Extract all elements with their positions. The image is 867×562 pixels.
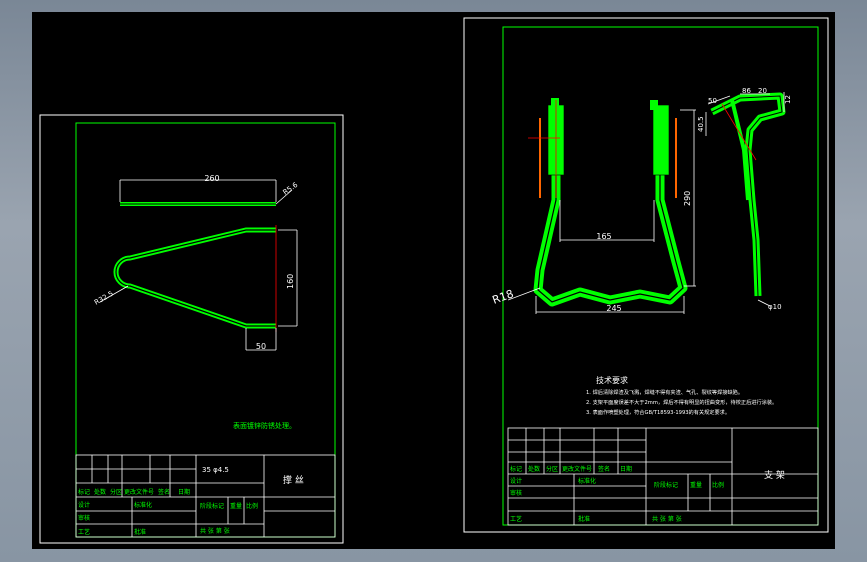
tech-title: 技术要求 bbox=[596, 375, 628, 385]
dim-r18: R18 bbox=[491, 287, 516, 307]
drawing-canvas[interactable]: 260 R5.6 160 50 R32.5 表面镀锌防锈处理。 标记 处数 分区… bbox=[32, 12, 835, 549]
svg-text:共 张 第 张: 共 张 第 张 bbox=[652, 515, 682, 523]
dim-50: 50 bbox=[256, 342, 266, 351]
svg-text:重量: 重量 bbox=[690, 481, 702, 489]
svg-text:标记: 标记 bbox=[78, 488, 90, 496]
sheet-2[interactable]: 165 290 245 R18 50 86 20 12 40.5 φ10 技术要… bbox=[463, 17, 829, 533]
tech-item-2: 2. 支架平面度误差不大于2mm，焊后不得有明显的扭曲变形，待校正后进行涂装。 bbox=[586, 398, 777, 406]
svg-text:共 张 第 张: 共 张 第 张 bbox=[200, 527, 230, 535]
dim-260: 260 bbox=[204, 174, 219, 183]
dim-20: 20 bbox=[758, 87, 767, 95]
cad-window: 260 R5.6 160 50 R32.5 表面镀锌防锈处理。 标记 处数 分区… bbox=[0, 0, 867, 562]
svg-text:设计: 设计 bbox=[78, 501, 90, 509]
surface-note: 表面镀锌防锈处理。 bbox=[233, 421, 296, 430]
wire-straight-view[interactable]: 260 R5.6 bbox=[119, 174, 300, 206]
svg-text:工艺: 工艺 bbox=[78, 528, 90, 536]
svg-text:审核: 审核 bbox=[510, 489, 522, 497]
svg-text:工艺: 工艺 bbox=[510, 515, 522, 523]
svg-text:处数: 处数 bbox=[94, 488, 106, 496]
dim-r5-6: R5.6 bbox=[282, 181, 300, 197]
dim-165: 165 bbox=[596, 232, 611, 241]
svg-text:签名: 签名 bbox=[158, 488, 170, 496]
svg-text:标记: 标记 bbox=[510, 465, 522, 473]
svg-text:处数: 处数 bbox=[528, 465, 540, 473]
part-name-2: 支 架 bbox=[764, 469, 785, 481]
tech-item-3: 3. 表面作喷塑处理，符合GB/T18593-1993的有关规定要求。 bbox=[586, 408, 730, 416]
dim-40-5: 40.5 bbox=[697, 116, 705, 132]
bracket-front-view[interactable]: 165 290 245 R18 bbox=[491, 98, 696, 314]
svg-text:阶段标记: 阶段标记 bbox=[654, 481, 678, 489]
tech-requirements: 技术要求 1. 焊后清除焊渣及飞溅，焊缝不得有夹渣、气孔、裂纹等焊接缺陷。 2.… bbox=[586, 375, 777, 416]
sheet-1[interactable]: 260 R5.6 160 50 R32.5 表面镀锌防锈处理。 标记 处数 分区… bbox=[39, 114, 344, 544]
svg-text:审核: 审核 bbox=[78, 514, 90, 522]
tech-item-1: 1. 焊后清除焊渣及飞溅，焊缝不得有夹渣、气孔、裂纹等焊接缺陷。 bbox=[586, 388, 743, 396]
svg-text:批准: 批准 bbox=[134, 528, 146, 536]
svg-text:签名: 签名 bbox=[598, 465, 610, 473]
dim-86: 86 bbox=[742, 87, 751, 95]
svg-text:日期: 日期 bbox=[620, 465, 632, 473]
dim-160: 160 bbox=[286, 274, 295, 289]
dim-12: 12 bbox=[784, 95, 792, 104]
dim-290: 290 bbox=[683, 191, 692, 206]
material-spec: 35 φ4.5 bbox=[202, 466, 229, 474]
svg-text:更改文件号: 更改文件号 bbox=[124, 488, 154, 496]
dim-r32-5: R32.5 bbox=[93, 290, 115, 307]
svg-text:标准化: 标准化 bbox=[134, 501, 152, 509]
svg-text:比例: 比例 bbox=[712, 481, 724, 489]
dim-50-side: 50 bbox=[708, 97, 717, 105]
svg-text:标准化: 标准化 bbox=[578, 477, 596, 485]
svg-text:日期: 日期 bbox=[178, 488, 190, 496]
svg-text:比例: 比例 bbox=[246, 502, 258, 510]
part-name-1: 撑 丝 bbox=[283, 474, 304, 486]
sheet-2-frame bbox=[502, 26, 819, 526]
bracket-side-view[interactable]: 50 86 20 12 40.5 φ10 bbox=[697, 87, 792, 311]
svg-text:分区: 分区 bbox=[546, 465, 558, 473]
svg-text:批准: 批准 bbox=[578, 515, 590, 523]
svg-text:阶段标记: 阶段标记 bbox=[200, 502, 224, 510]
drawing-svg: 260 R5.6 160 50 R32.5 表面镀锌防锈处理。 标记 处数 分区… bbox=[39, 17, 829, 544]
svg-text:重量: 重量 bbox=[230, 502, 242, 510]
dim-245: 245 bbox=[606, 304, 621, 313]
dim-phi10: φ10 bbox=[768, 303, 782, 311]
sheet-1-title-text: 标记 处数 分区 更改文件号 签名 日期 设计 标准化 审核 工艺 批准 阶段标… bbox=[78, 488, 258, 536]
svg-text:分区: 分区 bbox=[110, 488, 122, 496]
svg-text:设计: 设计 bbox=[510, 477, 522, 485]
wire-bent-view[interactable]: 160 50 R32.5 bbox=[93, 225, 298, 351]
svg-text:更改文件号: 更改文件号 bbox=[562, 465, 592, 473]
